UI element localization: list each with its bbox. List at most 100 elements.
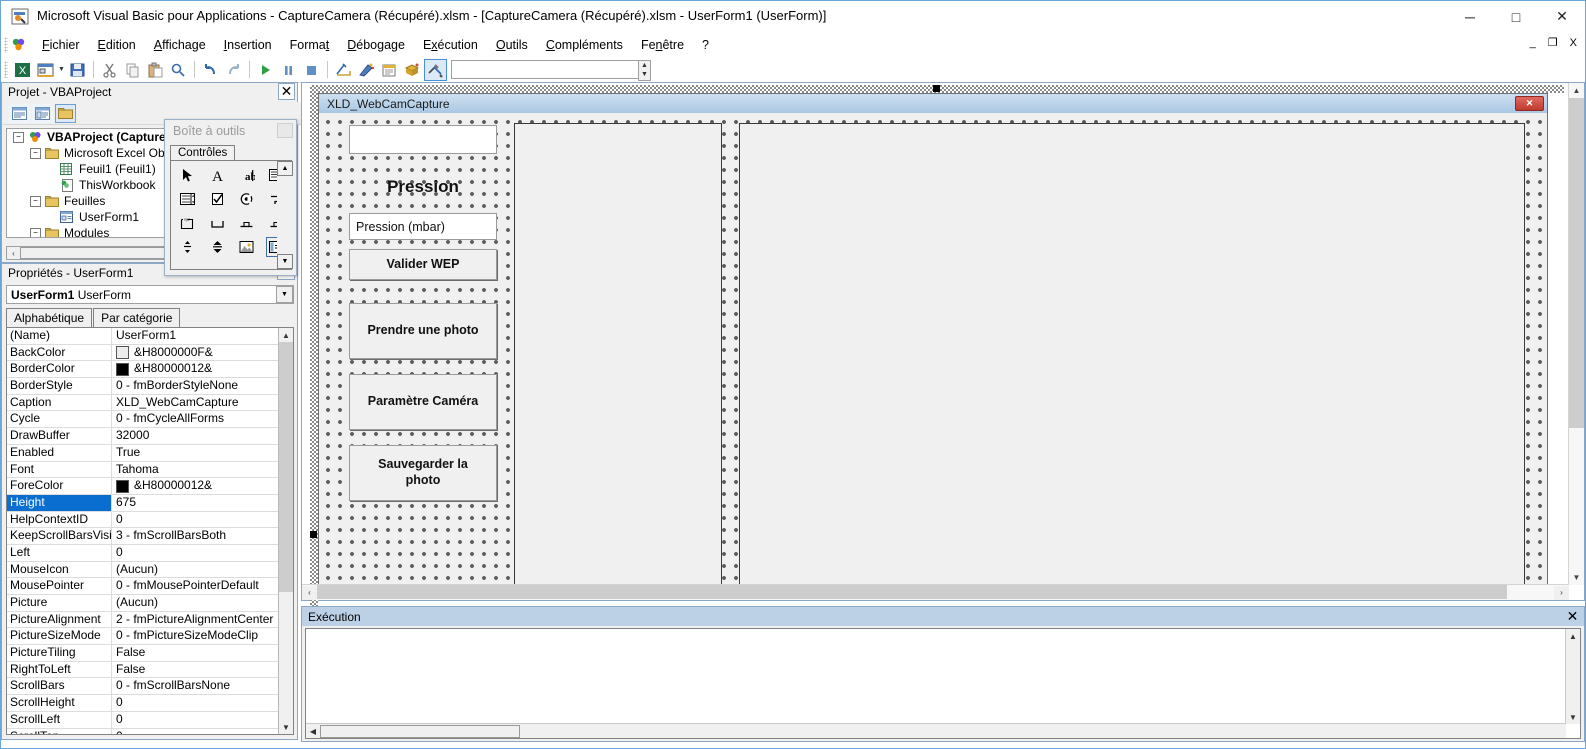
designer-hscrollbar[interactable]: ‹ › bbox=[302, 584, 1569, 600]
property-value-cell[interactable]: 0 bbox=[112, 512, 293, 528]
video-preview-frame[interactable] bbox=[514, 123, 722, 589]
properties-window-icon[interactable] bbox=[378, 59, 401, 81]
find-icon[interactable] bbox=[167, 59, 190, 81]
scroll-down-icon[interactable]: ▼ bbox=[1566, 710, 1580, 724]
property-row[interactable]: MousePointer 0 - fmMousePointerDefault bbox=[7, 578, 293, 595]
designer-vscroll-thumb[interactable] bbox=[1569, 98, 1584, 428]
toolbox-scroll-down-icon[interactable]: ▼ bbox=[277, 254, 293, 269]
tab-par-categorie[interactable]: Par catégorie bbox=[93, 308, 181, 327]
textbox-icon[interactable]: ab bbox=[236, 165, 257, 185]
menu-item-format[interactable]: Format bbox=[281, 35, 339, 55]
toolbar-combo-spinner[interactable]: ▲ ▼ bbox=[638, 60, 651, 81]
properties-scroll-thumb[interactable] bbox=[279, 342, 293, 592]
scroll-up-icon[interactable]: ▲ bbox=[1566, 629, 1580, 643]
toolbox-scrollbar[interactable]: ▲ ▼ bbox=[277, 161, 293, 269]
immediate-close-icon[interactable]: ✕ bbox=[1563, 608, 1582, 624]
menu-item-outils[interactable]: Outils bbox=[487, 35, 537, 55]
property-row[interactable]: Picture (Aucun) bbox=[7, 595, 293, 612]
menu-item-affichage[interactable]: Affichage bbox=[145, 35, 215, 55]
property-row[interactable]: Enabled True bbox=[7, 444, 293, 462]
property-row[interactable]: KeepScrollBarsVisible 3 - fmScrollBarsBot… bbox=[7, 528, 293, 545]
scroll-up-icon[interactable]: ▲ bbox=[279, 328, 293, 342]
scroll-left-icon[interactable]: ‹ bbox=[7, 247, 20, 259]
tab-controles[interactable]: Contrôles bbox=[170, 145, 236, 160]
property-row[interactable]: ScrollLeft 0 bbox=[7, 711, 293, 729]
scroll-up-icon[interactable]: ▲ bbox=[1569, 83, 1584, 98]
maximize-button[interactable]: □ bbox=[1493, 1, 1539, 32]
excel-view-icon[interactable]: X bbox=[11, 59, 34, 81]
tree-expander-icon[interactable]: − bbox=[30, 195, 41, 207]
property-row[interactable]: MouseIcon (Aucun) bbox=[7, 561, 293, 579]
property-row[interactable]: Caption XLD_WebCamCapture bbox=[7, 394, 293, 412]
sauvegarder-photo-button[interactable]: Sauvegarder la photo bbox=[349, 445, 497, 501]
properties-grid-scrollbar[interactable]: ▲ ▼ bbox=[278, 328, 293, 734]
tree-expander-icon[interactable]: − bbox=[30, 147, 41, 159]
toolbar-combo[interactable]: ▲ ▼ bbox=[451, 60, 651, 81]
parametre-camera-button[interactable]: Paramètre Caméra bbox=[349, 374, 497, 430]
toolbox-scroll-track[interactable] bbox=[277, 176, 293, 254]
property-row[interactable]: (Name) UserForm1 bbox=[7, 328, 293, 345]
property-value-cell[interactable]: (Aucun) bbox=[112, 595, 293, 611]
resize-handle-top[interactable] bbox=[933, 85, 940, 92]
scroll-down-icon[interactable]: ▼ bbox=[1569, 570, 1584, 585]
chevron-down-icon[interactable]: ▼ bbox=[276, 286, 293, 303]
property-row[interactable]: Font Tahoma bbox=[7, 461, 293, 479]
property-value-cell[interactable]: 0 - fmPictureSizeModeClip bbox=[112, 628, 293, 644]
scroll-right-icon[interactable]: › bbox=[1554, 585, 1569, 600]
cut-icon[interactable] bbox=[98, 59, 121, 81]
menu-grip[interactable] bbox=[4, 37, 8, 53]
property-row[interactable]: Left 0 bbox=[7, 544, 293, 562]
property-value-cell[interactable]: UserForm1 bbox=[112, 328, 293, 344]
listbox-icon[interactable] bbox=[177, 189, 198, 209]
property-value-cell[interactable]: 0 - fmBorderStyleNone bbox=[112, 378, 293, 394]
property-value-cell[interactable]: Tahoma bbox=[112, 462, 293, 478]
run-icon[interactable] bbox=[254, 59, 277, 81]
property-row[interactable]: ScrollHeight 0 bbox=[7, 695, 293, 712]
designer-hscroll-thumb[interactable] bbox=[317, 585, 1507, 599]
object-browser-icon[interactable] bbox=[401, 59, 424, 81]
property-value-cell[interactable]: 675 bbox=[112, 495, 293, 511]
toolbox-icon[interactable] bbox=[424, 58, 447, 81]
tree-expander-icon[interactable]: − bbox=[13, 131, 24, 143]
property-value-cell[interactable]: 32000 bbox=[112, 428, 293, 444]
property-row[interactable]: BorderColor &H80000012& bbox=[7, 361, 293, 379]
frame-icon[interactable]: xyz bbox=[177, 213, 198, 233]
property-value-cell[interactable]: 0 bbox=[112, 695, 293, 711]
property-row[interactable]: PictureTiling False bbox=[7, 645, 293, 662]
immediate-hscroll-thumb[interactable] bbox=[320, 724, 520, 738]
image-icon[interactable] bbox=[236, 237, 257, 257]
menu-item-fichier[interactable]: Fichier bbox=[33, 35, 89, 55]
break-icon[interactable] bbox=[277, 59, 300, 81]
property-value-cell[interactable]: False bbox=[112, 662, 293, 678]
property-value-cell[interactable]: XLD_WebCamCapture bbox=[112, 395, 293, 411]
label-icon[interactable]: A bbox=[207, 165, 228, 185]
userform-preview[interactable]: XLD_WebCamCapture ✕ Pression Pression (m… bbox=[318, 93, 1548, 589]
menu-item-complments[interactable]: Compléments bbox=[537, 35, 632, 55]
property-value-cell[interactable]: &H8000000F& bbox=[112, 345, 293, 361]
project-explorer-close-icon[interactable]: ✕ bbox=[278, 83, 295, 100]
toolbox-scroll-up-icon[interactable]: ▲ bbox=[277, 161, 293, 176]
tabstrip-icon[interactable] bbox=[236, 213, 257, 233]
property-value-cell[interactable]: True bbox=[112, 445, 293, 461]
prendre-photo-button[interactable]: Prendre une photo bbox=[349, 303, 497, 359]
view-code-icon[interactable] bbox=[9, 103, 30, 123]
property-value-cell[interactable]: 0 - fmScrollBarsNone bbox=[112, 678, 293, 694]
toggle-folders-icon[interactable] bbox=[55, 103, 76, 123]
menu-item-[interactable]: ? bbox=[693, 35, 718, 55]
property-row[interactable]: DrawBuffer 32000 bbox=[7, 428, 293, 445]
project-explorer-icon[interactable] bbox=[355, 59, 378, 81]
property-value-cell[interactable]: 3 - fmScrollBarsBoth bbox=[112, 528, 293, 544]
menu-item-fentre[interactable]: Fenêtre bbox=[632, 35, 693, 55]
property-value-cell[interactable]: &H80000012& bbox=[112, 361, 293, 377]
property-value-cell[interactable]: 0 - fmMousePointerDefault bbox=[112, 578, 293, 594]
property-row[interactable]: Height 675 bbox=[7, 494, 293, 512]
scroll-left-icon[interactable]: ‹ bbox=[302, 585, 317, 600]
property-value-cell[interactable]: 0 bbox=[112, 712, 293, 728]
insert-userform-icon[interactable] bbox=[34, 59, 57, 81]
scrollbar-icon[interactable] bbox=[177, 237, 198, 257]
property-row[interactable]: BorderStyle 0 - fmBorderStyleNone bbox=[7, 378, 293, 395]
resize-handle-left[interactable] bbox=[310, 531, 317, 538]
toolbox-close-icon[interactable] bbox=[277, 123, 293, 138]
close-button[interactable]: ✕ bbox=[1539, 1, 1585, 32]
property-row[interactable]: Cycle 0 - fmCycleAllForms bbox=[7, 411, 293, 429]
